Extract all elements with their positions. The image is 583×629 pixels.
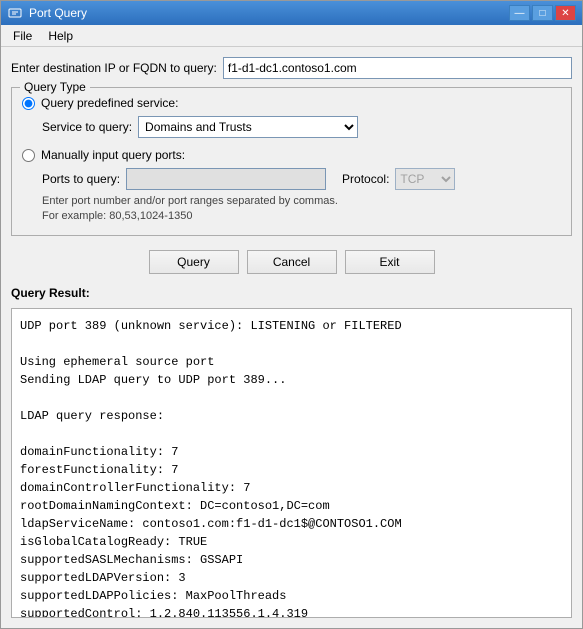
exit-button[interactable]: Exit	[345, 250, 435, 274]
query-type-group: Query Type Query predefined service: Ser…	[11, 87, 572, 236]
service-row: Service to query: Domains and Trusts DNS…	[42, 116, 561, 138]
group-legend: Query Type	[20, 80, 90, 94]
destination-input[interactable]	[223, 57, 572, 79]
manual-radio-row: Manually input query ports:	[22, 148, 561, 162]
service-label: Service to query:	[42, 120, 132, 134]
close-button[interactable]: ✕	[555, 5, 576, 21]
title-bar: Port Query — □ ✕	[1, 1, 582, 25]
button-row: Query Cancel Exit	[11, 244, 572, 278]
predefined-radio[interactable]	[22, 97, 35, 110]
cancel-button[interactable]: Cancel	[247, 250, 337, 274]
hint-text: Enter port number and/or port ranges sep…	[42, 194, 561, 225]
manual-radio[interactable]	[22, 149, 35, 162]
protocol-label: Protocol:	[342, 172, 389, 186]
maximize-button[interactable]: □	[532, 5, 553, 21]
content-area: Enter destination IP or FQDN to query: Q…	[1, 47, 582, 628]
title-bar-text: Port Query	[29, 6, 509, 20]
menu-bar: File Help	[1, 25, 582, 47]
protocol-select[interactable]: TCP UDP Both	[395, 168, 455, 190]
app-icon	[7, 5, 23, 21]
predefined-radio-row: Query predefined service:	[22, 96, 561, 110]
ports-row: Ports to query: Protocol: TCP UDP Both	[42, 168, 561, 190]
menu-help[interactable]: Help	[40, 27, 81, 45]
ports-label: Ports to query:	[42, 172, 120, 186]
query-button[interactable]: Query	[149, 250, 239, 274]
hint-line2: For example: 80,53,1024-1350	[42, 209, 561, 224]
ports-input[interactable]	[126, 168, 326, 190]
hint-line1: Enter port number and/or port ranges sep…	[42, 194, 561, 209]
title-bar-controls: — □ ✕	[509, 5, 576, 21]
minimize-button[interactable]: —	[509, 5, 530, 21]
result-label: Query Result:	[11, 286, 572, 300]
result-box[interactable]: UDP port 389 (unknown service): LISTENIN…	[11, 308, 572, 618]
destination-label: Enter destination IP or FQDN to query:	[11, 61, 217, 75]
menu-file[interactable]: File	[5, 27, 40, 45]
service-select[interactable]: Domains and Trusts DNS FTP HTTP HTTPS LD…	[138, 116, 358, 138]
manual-radio-label[interactable]: Manually input query ports:	[41, 148, 185, 162]
predefined-radio-label[interactable]: Query predefined service:	[41, 96, 178, 110]
main-window: Port Query — □ ✕ File Help Enter destina…	[0, 0, 583, 629]
destination-row: Enter destination IP or FQDN to query:	[11, 57, 572, 79]
